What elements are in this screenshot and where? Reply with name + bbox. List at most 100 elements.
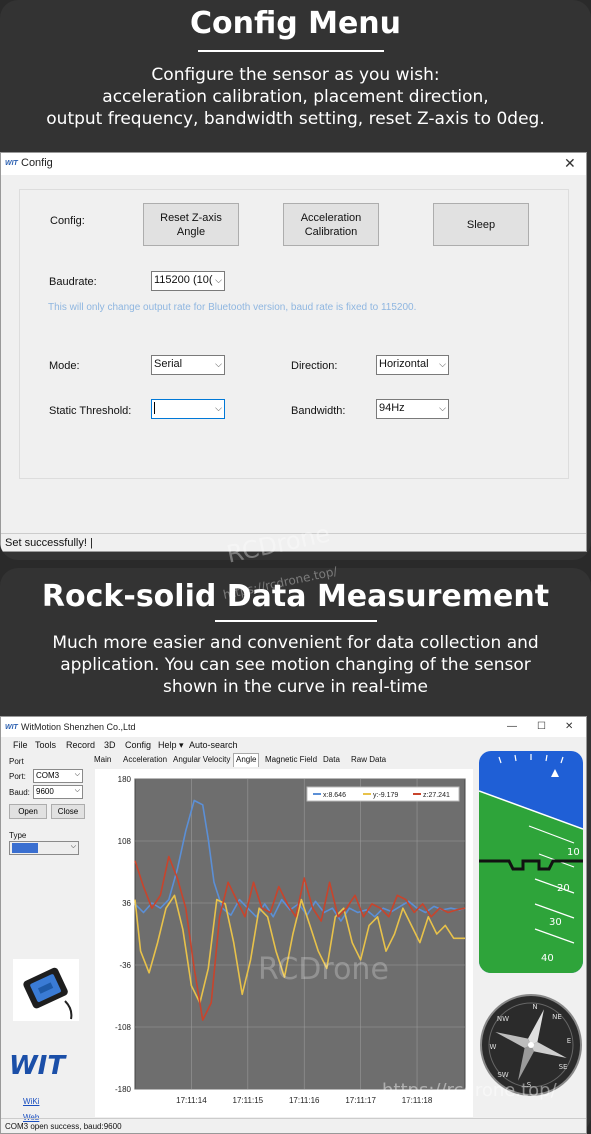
bandwidth-value: 94Hz [379, 402, 405, 414]
sleep-button[interactable]: Sleep [433, 203, 529, 246]
left-panel: Port Port: COM3 ⌵ Baud: 9600 ⌵ Open Close … [1, 755, 89, 1122]
text-cursor [154, 402, 155, 415]
y-tick-label: -36 [119, 961, 131, 970]
y-tick-label: 36 [122, 899, 131, 908]
bandwidth-label: Bandwidth: [291, 405, 346, 417]
tab-magnetic-field[interactable]: Magnetic Field [265, 753, 317, 767]
static-threshold-select[interactable]: ⌵ [151, 399, 225, 419]
baudrate-select[interactable]: 115200 (10(⌵ [151, 271, 225, 291]
menu-help[interactable]: Help ▾ [158, 740, 184, 751]
button-label-line: Acceleration [300, 211, 362, 224]
description-line: output frequency, bandwidth setting, res… [46, 109, 545, 129]
type-select[interactable]: ⌵ [9, 841, 79, 855]
bandwidth-select[interactable]: 94Hz ⌵ [376, 399, 449, 419]
y-tick-label: -108 [115, 1023, 132, 1032]
close-icon[interactable]: ✕ [564, 155, 576, 172]
x-tick-label: 17:11:17 [345, 1096, 376, 1105]
chevron-down-icon: ⌵ [215, 403, 222, 413]
maximize-icon[interactable]: ☐ [537, 721, 546, 732]
menu-tools[interactable]: Tools [35, 740, 56, 750]
menu-file[interactable]: File [13, 740, 28, 750]
horizon-tick-label: 20 [557, 883, 570, 894]
close-port-button[interactable]: Close [51, 804, 85, 819]
close-icon[interactable]: ✕ [565, 721, 573, 732]
menu-3d[interactable]: 3D [104, 740, 116, 750]
y-tick-label: 108 [118, 837, 132, 846]
port-group-label: Port [9, 757, 24, 766]
brand-logo-text: WIT [9, 1051, 67, 1079]
y-tick-label: -180 [115, 1085, 132, 1094]
sensor-product-image [13, 959, 79, 1021]
direction-label: Direction: [291, 360, 338, 372]
baud-label: Baud: [9, 788, 30, 797]
attitude-indicator: 10 20 30 40 [479, 751, 583, 973]
mode-select[interactable]: Serial ⌵ [151, 355, 225, 375]
section-heading: Rock-solid Data Measurement [41, 579, 550, 614]
witmotion-window: WIT WitMotion Shenzhen Co.,Ltd — ☐ ✕ Fil… [0, 716, 587, 1134]
baudrate-label: Baudrate: [49, 276, 97, 288]
menu-config[interactable]: Config [125, 740, 151, 750]
wit-logo-icon: WIT [5, 160, 18, 167]
tab-angle[interactable]: Angle [233, 753, 260, 767]
button-label-line: Reset Z-axis [160, 211, 222, 224]
heading-underline [198, 50, 384, 52]
port-select[interactable]: COM3 ⌵ [33, 769, 83, 783]
section-heading: Config Menu [189, 6, 402, 41]
angle-chart: 180 108 36 -36 -108 -180 17:11:14 17:11:15 17:11… [95, 769, 473, 1117]
horizon-tick-label: 10 [567, 847, 580, 858]
reset-z-angle-button[interactable]: Reset Z-axis Angle [143, 203, 239, 246]
direction-select[interactable]: Horizontal ⌵ [376, 355, 449, 375]
minimize-icon[interactable]: — [507, 721, 517, 732]
open-button[interactable]: Open [9, 804, 47, 819]
wit-titlebar: WIT WitMotion Shenzhen Co.,Ltd — ☐ ✕ [1, 717, 586, 737]
acceleration-calibration-button[interactable]: Acceleration Calibration [283, 203, 379, 246]
section-description: Configure the sensor as you wish: accele… [0, 64, 591, 130]
baudrate-value: 115200 (10( [154, 274, 213, 286]
mode-value: Serial [154, 358, 183, 370]
button-label-line: Angle [176, 225, 206, 238]
compass-mark: S [527, 1081, 532, 1089]
horizon-tick-label: 40 [541, 953, 554, 964]
horizon-tick-label: 30 [549, 917, 562, 928]
static-threshold-label: Static Threshold: [49, 405, 132, 417]
button-label-line: Calibration [304, 225, 358, 238]
legend-label: z:27.241 [423, 792, 450, 799]
description-line: Configure the sensor as you wish: [151, 65, 440, 85]
compass-mark: N [532, 1003, 537, 1011]
config-section: Config Menu Configure the sensor as you … [0, 0, 591, 560]
compass-mark: E [567, 1037, 571, 1045]
mode-label: Mode: [49, 360, 80, 372]
chevron-down-icon: ⌵ [74, 787, 80, 794]
config-titlebar: WIT Config ✕ [1, 153, 586, 175]
tab-angular-velocity[interactable]: Angular Velocity [173, 753, 230, 767]
compass-mark: W [490, 1043, 497, 1051]
compass-mark: NE [552, 1013, 562, 1021]
menu-record[interactable]: Record [66, 740, 95, 750]
x-tick-label: 17:11:14 [176, 1096, 207, 1105]
wit-brand-logo: WIT [9, 1051, 67, 1079]
type-value [12, 843, 38, 853]
chevron-down-icon: ⌵ [74, 771, 80, 778]
tab-data[interactable]: Data [323, 753, 340, 767]
x-tick-label: 17:11:18 [402, 1096, 433, 1105]
legend-label: y:-9.179 [373, 792, 398, 799]
menu-auto-search[interactable]: Auto-search [189, 740, 238, 750]
wiki-link[interactable]: WiKi [23, 1097, 39, 1106]
chevron-down-icon: ⌵ [215, 275, 222, 285]
description-line: acceleration calibration, placement dire… [102, 87, 489, 107]
description-line: Much more easier and convenient for data… [52, 633, 539, 653]
description-line: application. You can see motion changing… [60, 655, 531, 675]
config-label: Config: [50, 215, 85, 227]
baudrate-hint: This will only change output rate for Bl… [48, 302, 417, 313]
tab-acceleration[interactable]: Acceleration [123, 753, 167, 767]
baud-select[interactable]: 9600 ⌵ [33, 785, 83, 799]
tab-raw-data[interactable]: Raw Data [351, 753, 386, 767]
baud-value: 9600 [36, 787, 54, 796]
description-line: shown in the curve in real-time [162, 677, 428, 697]
port-value: COM3 [36, 771, 60, 780]
port-label: Port: [9, 772, 26, 781]
chevron-down-icon: ⌵ [215, 359, 222, 369]
tab-main[interactable]: Main [94, 753, 111, 767]
compass-mark: NW [497, 1015, 509, 1023]
y-tick-label: 180 [118, 775, 132, 784]
